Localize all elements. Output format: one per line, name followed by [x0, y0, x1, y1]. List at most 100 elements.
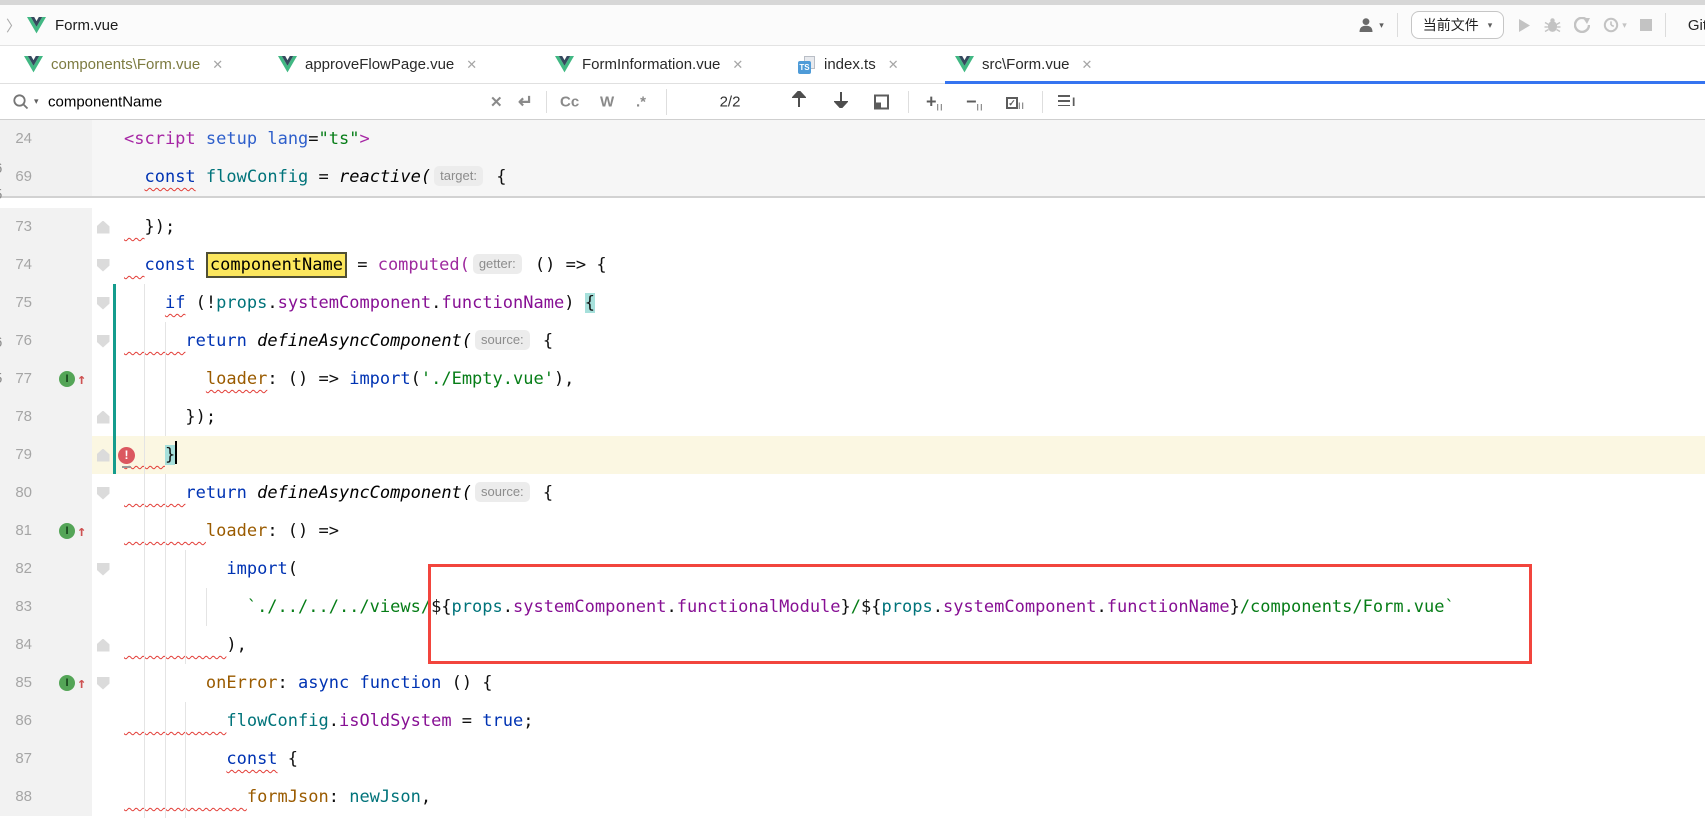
- debug-button[interactable]: [1544, 17, 1561, 33]
- fold-end-icon[interactable]: [97, 221, 110, 234]
- code-line[interactable]: 69 const flowConfig = reactive(target: {: [0, 158, 1705, 196]
- tab-index-ts[interactable]: TS index.ts ✕: [788, 46, 920, 84]
- tab-form-information[interactable]: FormInformation.vue ✕: [545, 46, 780, 84]
- tab-components-form-vue[interactable]: components\Form.vue ✕: [14, 46, 258, 84]
- overrides-marker-icon[interactable]: I↑: [59, 523, 86, 539]
- code-line[interactable]: 88 formJson: newJson,: [0, 778, 1705, 816]
- line-number[interactable]: 76: [0, 322, 46, 360]
- green-circle-icon: I: [59, 675, 75, 691]
- line-number[interactable]: 84: [0, 626, 46, 664]
- fold-end-icon[interactable]: [97, 639, 110, 652]
- overrides-marker-icon[interactable]: I↑: [59, 371, 86, 387]
- line-number[interactable]: 69: [0, 158, 46, 196]
- code-line[interactable]: 76 return defineAsyncComponent(source: {: [0, 322, 1705, 360]
- fold-start-icon[interactable]: [97, 677, 110, 690]
- code-text: `./../../../views/${props.systemComponen…: [114, 588, 1455, 626]
- line-number[interactable]: 87: [0, 740, 46, 778]
- fold-start-icon[interactable]: [97, 335, 110, 348]
- close-icon[interactable]: ✕: [1082, 57, 1093, 73]
- fold-end-icon[interactable]: [97, 449, 110, 462]
- run-button[interactable]: [1517, 18, 1531, 33]
- line-number[interactable]: 83: [0, 588, 46, 626]
- code-editor[interactable]: 24<script setup lang="ts">69 const flowC…: [0, 120, 1705, 818]
- search-history-button[interactable]: ▾: [12, 93, 39, 111]
- vcs-changed-lines-marker[interactable]: [113, 284, 116, 474]
- tab-src-form-vue-active[interactable]: src\Form.vue ✕: [945, 46, 1135, 84]
- remove-occurrence-button[interactable]: −II: [966, 91, 984, 112]
- line-number[interactable]: 80: [0, 474, 46, 512]
- tab-approve-flow-page[interactable]: approveFlowPage.vue ✕: [268, 46, 500, 84]
- select-all-occurrences-button[interactable]: ✓II: [1006, 93, 1025, 111]
- code-line[interactable]: 79 }: [0, 436, 1705, 474]
- line-number[interactable]: 82: [0, 550, 46, 588]
- code-line[interactable]: 78 });: [0, 398, 1705, 436]
- code-line[interactable]: 24<script setup lang="ts">: [0, 120, 1705, 158]
- stop-button[interactable]: [1640, 19, 1652, 31]
- line-number[interactable]: 79: [0, 436, 46, 474]
- search-input[interactable]: componentName: [48, 93, 162, 110]
- line-number[interactable]: 88: [0, 778, 46, 816]
- line-number[interactable]: 77: [0, 360, 46, 398]
- run-with-coverage-button[interactable]: [1574, 17, 1590, 33]
- regex-toggle[interactable]: .*: [636, 93, 646, 110]
- error-intention-bulb-icon[interactable]: !: [118, 447, 135, 464]
- line-number[interactable]: 74: [0, 246, 46, 284]
- open-in-find-window-button[interactable]: [874, 94, 889, 109]
- fold-start-icon[interactable]: [97, 259, 110, 272]
- code-line[interactable]: 85I↑ onError: async function () {: [0, 664, 1705, 702]
- user-account-button[interactable]: ▾: [1358, 17, 1384, 33]
- code-line[interactable]: 83 `./../../../views/${props.systemCompo…: [0, 588, 1705, 626]
- line-number[interactable]: 85: [0, 664, 46, 702]
- previous-occurrence-button[interactable]: [792, 91, 806, 113]
- code-line[interactable]: 82 import(: [0, 550, 1705, 588]
- code-line[interactable]: 86 flowConfig.isOldSystem = true;: [0, 702, 1705, 740]
- code-token: functionalModule: [677, 597, 841, 617]
- code-line[interactable]: 87 const {: [0, 740, 1705, 778]
- line-number[interactable]: 24: [0, 120, 46, 158]
- close-icon[interactable]: ✕: [466, 57, 477, 73]
- whole-words-toggle[interactable]: W: [600, 93, 614, 110]
- match-case-toggle[interactable]: Cc: [560, 93, 579, 110]
- line-number[interactable]: 75: [0, 284, 46, 322]
- chevron-down-icon: ▾: [1622, 20, 1627, 31]
- fold-start-icon[interactable]: [97, 563, 110, 576]
- git-menu[interactable]: Git: [1688, 17, 1705, 34]
- line-number[interactable]: 78: [0, 398, 46, 436]
- clear-search-icon[interactable]: ✕: [490, 93, 503, 111]
- code-token: =: [308, 167, 339, 187]
- code-line[interactable]: 81I↑ loader: () =>: [0, 512, 1705, 550]
- arrow-down-icon: [834, 91, 848, 108]
- code-token: ),: [554, 369, 574, 389]
- close-icon[interactable]: ✕: [888, 57, 899, 73]
- search-in-selection-button[interactable]: I: [1058, 93, 1075, 111]
- gutter: 73: [0, 208, 92, 246]
- code-token: [124, 217, 144, 237]
- fold-column: [92, 550, 114, 588]
- overrides-marker-icon[interactable]: I↑: [59, 675, 86, 691]
- code-line[interactable]: 73 });: [0, 208, 1705, 246]
- code-token: ${: [861, 597, 881, 617]
- gutter-icon-area: [46, 740, 92, 778]
- add-occurrence-button[interactable]: +II: [926, 91, 944, 112]
- close-icon[interactable]: ✕: [212, 57, 223, 73]
- line-number[interactable]: 73: [0, 208, 46, 246]
- breadcrumb-chevron-icon[interactable]: 〉: [6, 15, 21, 36]
- newline-icon[interactable]: ↵: [518, 91, 533, 112]
- code-line[interactable]: 77I↑ loader: () => import('./Empty.vue')…: [0, 360, 1705, 398]
- fold-column: [92, 588, 114, 626]
- close-icon[interactable]: ✕: [732, 57, 743, 73]
- code-line[interactable]: 74 const componentName = computed(getter…: [0, 246, 1705, 284]
- code-line[interactable]: 75 if (!props.systemComponent.functionNa…: [0, 284, 1705, 322]
- code-line[interactable]: 84 ),: [0, 626, 1705, 664]
- fold-start-icon[interactable]: [97, 297, 110, 310]
- line-number[interactable]: 81: [0, 512, 46, 550]
- profiler-button[interactable]: ▾: [1603, 17, 1627, 33]
- code-text: formJson: newJson,: [114, 778, 431, 816]
- next-occurrence-button[interactable]: [834, 91, 848, 113]
- fold-end-icon[interactable]: [97, 411, 110, 424]
- code-line[interactable]: 80 return defineAsyncComponent(source: {: [0, 474, 1705, 512]
- run-configuration-selector[interactable]: 当前文件 ▾: [1411, 11, 1505, 39]
- line-number[interactable]: 86: [0, 702, 46, 740]
- fold-start-icon[interactable]: [97, 487, 110, 500]
- line-body: const {: [92, 740, 1705, 778]
